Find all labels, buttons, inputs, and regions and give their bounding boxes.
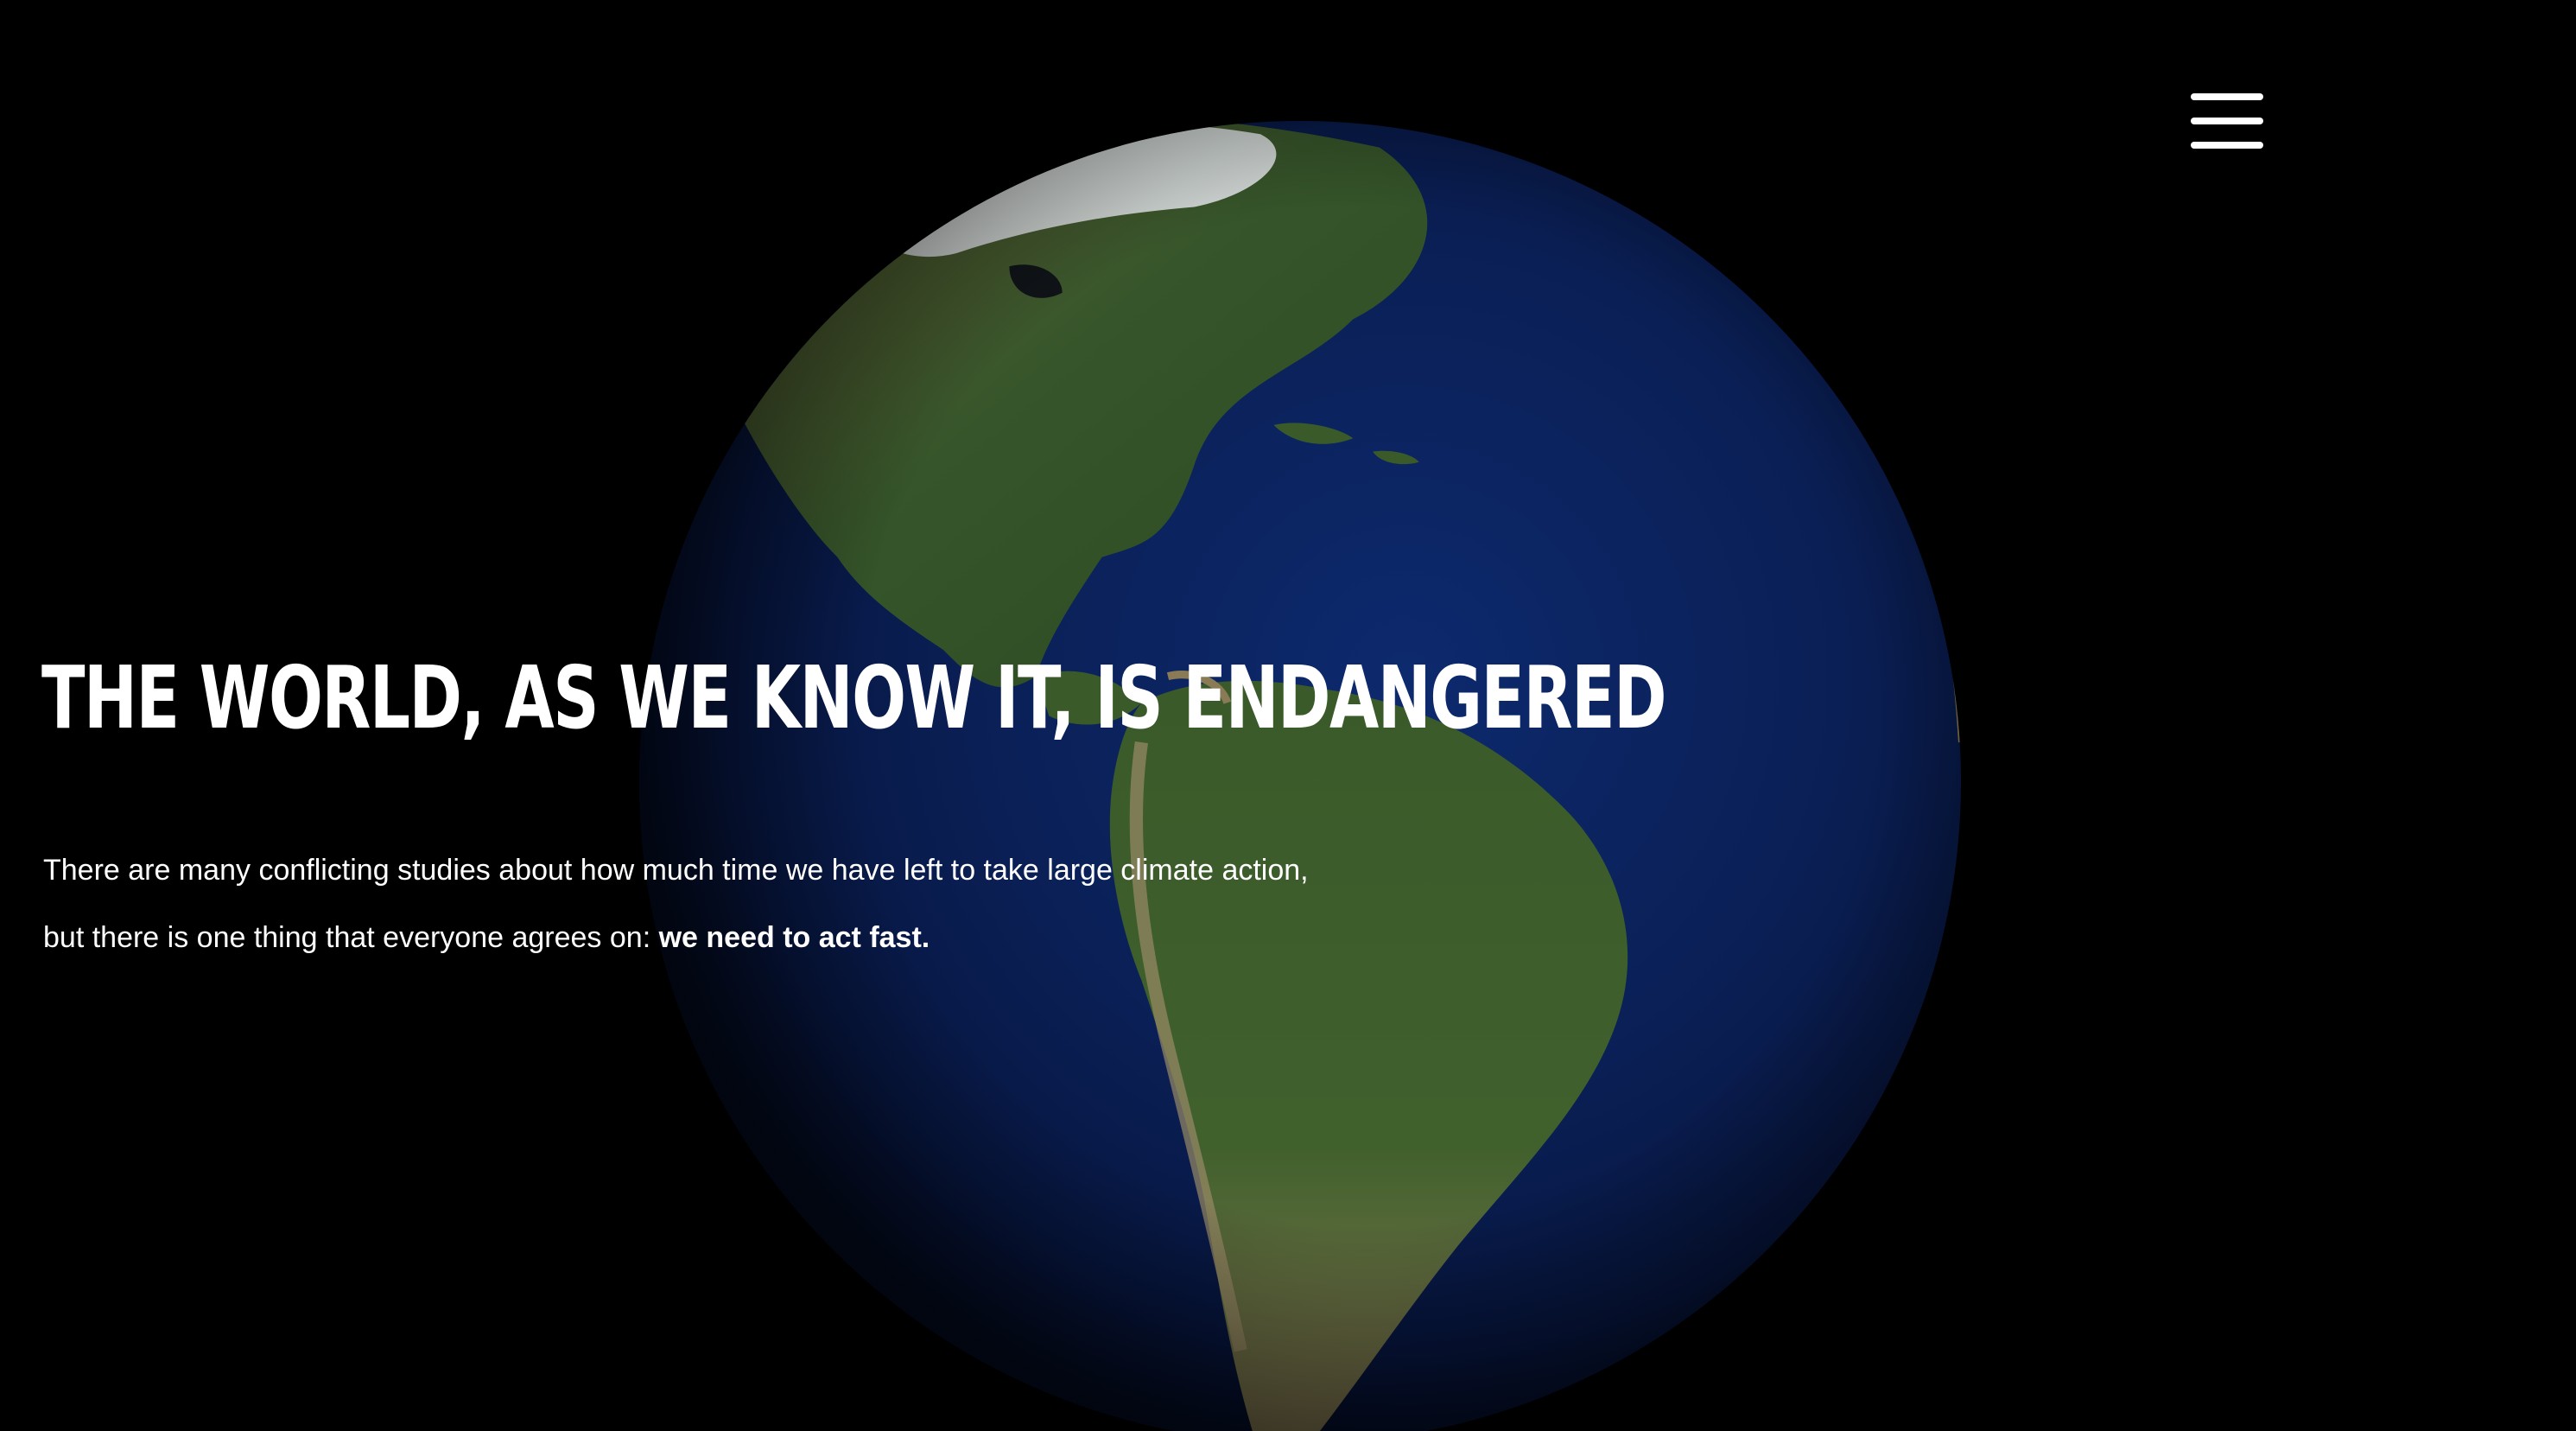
page-title: THE WORLD, AS WE KNOW IT, IS ENDANGERED bbox=[41, 647, 1667, 748]
hero-section: THE WORLD, AS WE KNOW IT, IS ENDANGERED … bbox=[0, 0, 2576, 1431]
hero-text-line1: There are many conflicting studies about… bbox=[43, 854, 1309, 887]
hero-description: There are many conflicting studies about… bbox=[43, 836, 1512, 971]
menu-button[interactable] bbox=[2191, 90, 2263, 154]
hero-text-emphasis: we need to act fast. bbox=[658, 921, 930, 954]
earth-globe-image bbox=[639, 121, 1961, 1431]
hero-text-line2: but there is one thing that everyone agr… bbox=[43, 921, 659, 954]
